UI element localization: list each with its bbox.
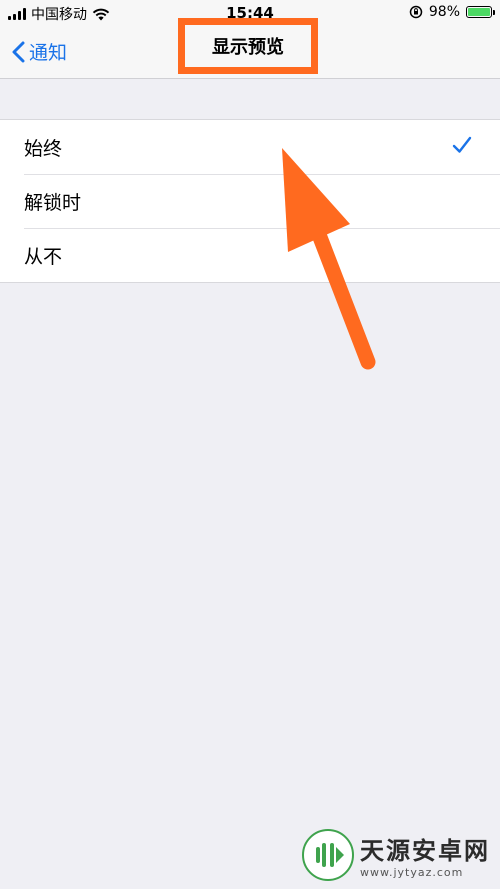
android-logo-icon [302,829,354,881]
watermark-url: www.jytyaz.com [360,866,464,879]
battery-percent: 98% [428,4,460,20]
option-label: 从不 [24,245,63,268]
watermark-name: 天源安卓网 [360,837,490,865]
back-button[interactable]: 通知 [12,38,67,65]
battery-icon [466,6,495,18]
option-label: 解锁时 [24,191,82,214]
chevron-left-icon [12,41,25,62]
rotation-lock-icon [409,5,423,19]
option-never[interactable]: 从不 [0,228,500,282]
option-when-unlocked[interactable]: 解锁时 [0,174,500,228]
title-highlight-box: 显示预览 [178,18,318,74]
preview-options-list: 始终 解锁时 从不 [0,119,500,283]
option-always[interactable]: 始终 [0,120,500,174]
watermark: 天源安卓网 www.jytyaz.com [302,829,490,881]
option-label: 始终 [24,137,63,160]
page-title: 显示预览 [212,37,284,58]
checkmark-icon [452,136,472,153]
navigation-bar: 通知 显示预览 [0,18,500,79]
back-label: 通知 [29,42,68,64]
status-right: 98% [409,4,495,20]
watermark-text: 天源安卓网 www.jytyaz.com [360,831,490,879]
